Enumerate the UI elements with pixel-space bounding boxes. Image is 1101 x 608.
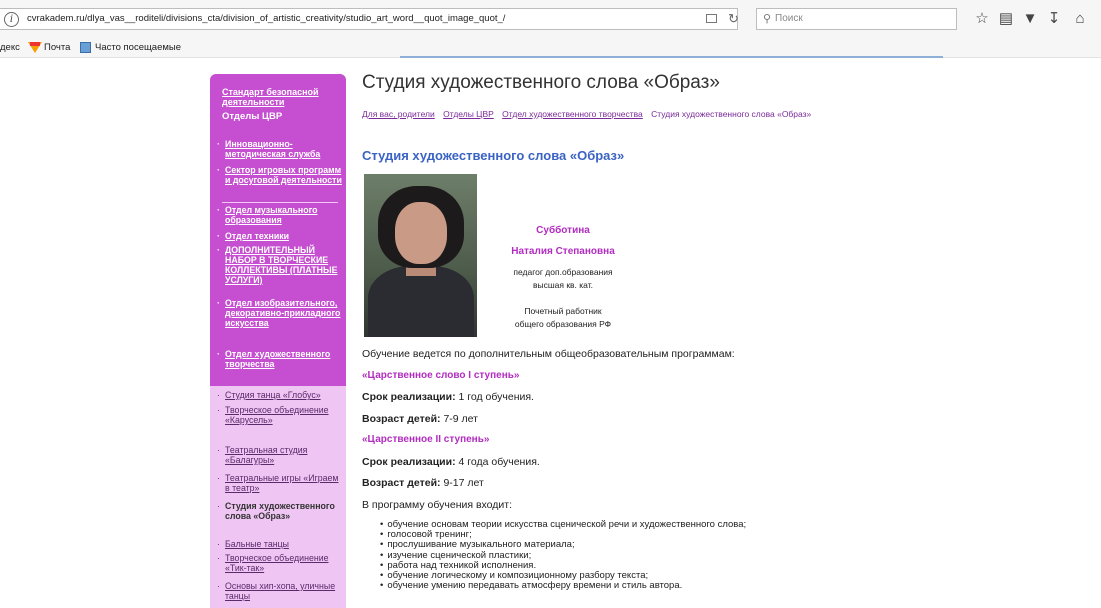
bookmark-folder-icon (80, 42, 91, 53)
submenu-item-balagury[interactable]: · Театральная студия «Балагуры» (217, 445, 343, 465)
submenu-item-tik-tak[interactable]: · Творческое объединение «Тик-так» (217, 553, 343, 573)
program2-age: Возраст детей: 9-17 лет (362, 477, 484, 489)
header-divider (400, 56, 943, 58)
submenu-item-obraz[interactable]: · Студия художественного слова «Образ» (217, 501, 343, 521)
teacher-name: Наталия Степановна (511, 246, 615, 257)
list-item: обучение умению передавать атмосферу вре… (380, 581, 746, 591)
bookmarks-bar: декс Почта Часто посещаемые (0, 38, 1101, 58)
submenu-item-ballroom[interactable]: · Бальные танцы (217, 539, 343, 549)
bookmark-yandex[interactable]: декс (0, 42, 20, 53)
download-icon[interactable]: ↧ (1045, 10, 1063, 28)
breadcrumb: Для вас, родители Отделы ЦВР Отдел худож… (362, 109, 817, 119)
teacher-position: педагог доп.образования высшая кв. кат. (513, 267, 613, 290)
bookmark-most-visited[interactable]: Часто посещаемые (95, 42, 181, 53)
sidebar-item-game-programs[interactable]: · Сектор игровых программ и досуговой дея… (217, 165, 343, 185)
program2-term: Срок реализации: 4 года обучения. (362, 456, 540, 468)
programs-intro: Обучение ведется по дополнительным общео… (362, 348, 735, 360)
program1-term: Срок реализации: 1 год обучения. (362, 391, 534, 403)
submenu-item-karusel[interactable]: · Творческое объединение «Карусель» (217, 405, 343, 425)
includes-intro: В программу обучения входит: (362, 499, 513, 511)
breadcrumb-artistic-dept[interactable]: Отдел художественного творчества (502, 109, 643, 119)
sidebar-divider (222, 202, 338, 203)
teacher-surname: Субботина (536, 225, 590, 236)
address-bar[interactable]: i cvrakadem.ru/dlya_vas__roditeli/divisi… (0, 8, 739, 30)
browser-toolbar: i cvrakadem.ru/dlya_vas__roditeli/divisi… (0, 0, 1101, 38)
info-icon[interactable]: i (4, 12, 19, 27)
sidebar-item-technics[interactable]: · Отдел техники (217, 231, 343, 241)
sidebar-item-fine-arts[interactable]: · Отдел изобразительного, декоративно-при… (217, 298, 343, 328)
breadcrumb-departments[interactable]: Отделы ЦВР (443, 109, 494, 119)
pocket-icon[interactable]: ▼ (1021, 10, 1039, 28)
reload-icon[interactable]: ↻ (728, 11, 739, 27)
includes-list: обучение основам теории искусства сценич… (380, 519, 746, 591)
sidebar-item-music[interactable]: · Отдел музыкального образования (217, 205, 343, 225)
sidebar-item-methodical-service[interactable]: · Инновационно-методическая служба (217, 139, 343, 159)
program1-title: «Царственное слово I ступень» (362, 370, 520, 381)
submenu-item-globus[interactable]: · Студия танца «Глобус» (217, 390, 343, 400)
program2-title: «Царственное II ступень» (362, 434, 490, 445)
submenu-item-theatre-games[interactable]: · Театральные игры «Играем в театр» (217, 473, 343, 493)
sidebar-item-additional-enrollment[interactable]: · ДОПОЛНИТЕЛЬНЫЙ НАБОР В ТВОРЧЕСКИЕ КОЛЛЕ… (217, 245, 343, 285)
mail-icon (28, 42, 42, 53)
reader-view-icon[interactable] (706, 14, 717, 23)
home-icon[interactable]: ⌂ (1071, 10, 1089, 28)
sidebar-heading: Отделы ЦВР (222, 111, 283, 122)
sidebar-link-safety-standard[interactable]: Стандарт безопасной деятельности (222, 87, 344, 107)
teacher-honor: Почетный работник общего образования РФ (514, 306, 612, 329)
breadcrumb-current: Студия художественного слова «Образ» (651, 109, 812, 119)
sidebar-submenu: · Студия танца «Глобус» · Творческое объед… (210, 386, 346, 608)
section-title: Студия художественного слова «Образ» (362, 148, 625, 163)
sidebar-item-artistic-creativity[interactable]: · Отдел художественного творчества (217, 349, 343, 369)
submenu-item-hip-hop[interactable]: · Основы хип-хопа, уличные танцы (217, 581, 343, 601)
library-icon[interactable]: ▤ (997, 10, 1015, 28)
search-input[interactable]: ⚲ Поиск (756, 8, 957, 30)
search-icon: ⚲ (763, 13, 772, 25)
star-icon[interactable]: ☆ (973, 10, 991, 28)
search-placeholder: Поиск (775, 13, 803, 24)
breadcrumb-parents[interactable]: Для вас, родители (362, 109, 435, 119)
bookmark-mail[interactable]: Почта (44, 42, 70, 53)
teacher-photo (364, 174, 477, 337)
program1-age: Возраст детей: 7-9 лет (362, 413, 478, 425)
url-text[interactable]: cvrakadem.ru/dlya_vas__roditeli/division… (27, 13, 505, 24)
page-title: Студия художественного слова «Образ» (362, 72, 720, 93)
